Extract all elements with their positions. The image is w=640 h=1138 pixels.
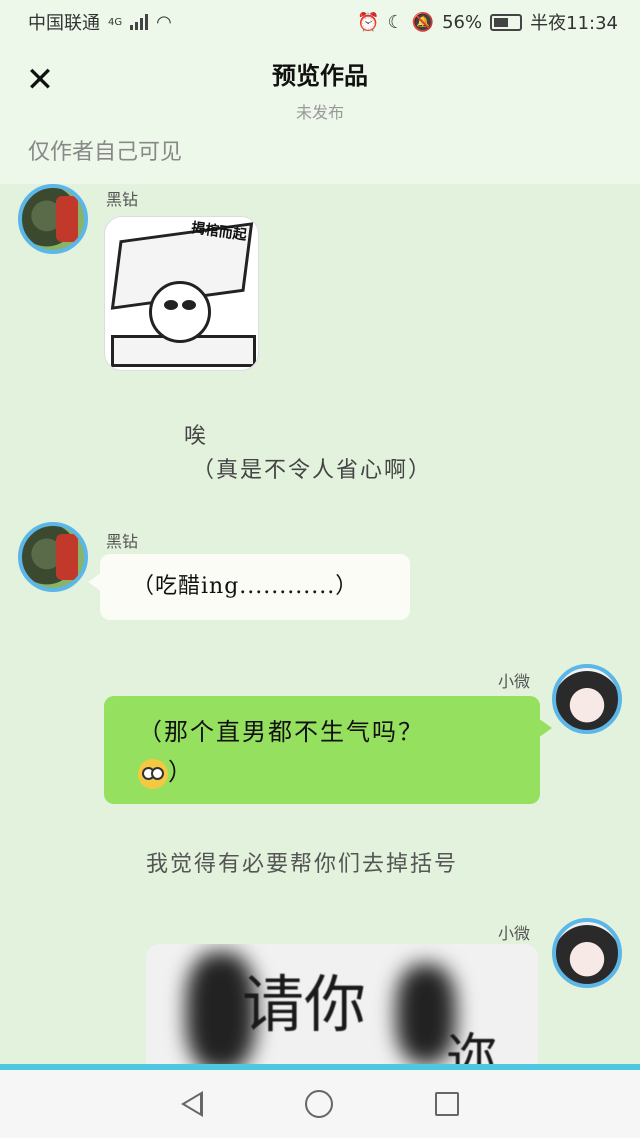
sender-name: 小微 (498, 672, 531, 691)
narration-line: 我觉得有必要帮你们去掉括号 (146, 852, 459, 877)
status-bar: 中国联通 4G ◠ ⏰ ☾ 🔕 56% 半夜11:34 (0, 0, 640, 44)
page-title: 预览作品 (272, 61, 368, 90)
visibility-notice: 仅作者自己可见 (0, 128, 640, 184)
sender-name: 黑钻 (106, 532, 139, 551)
home-icon[interactable] (305, 1090, 333, 1118)
image-text: 迩 (446, 1029, 499, 1064)
sticker-image[interactable]: 揭棺而起 (104, 216, 259, 371)
header: ✕ 预览作品 未发布 (0, 44, 640, 128)
message-line: （那个直男都不生气吗？ (138, 718, 424, 746)
clock: 半夜11:34 (530, 13, 618, 34)
message-bubble[interactable]: （那个直男都不生气吗？ ） (104, 696, 552, 804)
close-icon[interactable]: ✕ (22, 62, 58, 98)
back-icon[interactable] (181, 1091, 203, 1117)
moon-icon: ☾ (387, 11, 404, 33)
panda-face (149, 281, 211, 343)
signal-icon (130, 14, 149, 30)
image-text: 请你 (242, 968, 367, 1041)
sender-name: 黑钻 (106, 190, 139, 209)
sender-name: 小微 (498, 924, 531, 943)
narration-line: （真是不令人省心啊） (192, 458, 433, 483)
wifi-icon: ◠ (156, 11, 172, 33)
alarm-icon: ⏰ (357, 11, 380, 33)
avatar[interactable] (18, 184, 88, 254)
avatar[interactable] (552, 664, 622, 734)
image-message[interactable]: 请你 迩 (146, 944, 538, 1064)
network-type: 4G (108, 16, 123, 28)
recent-apps-icon[interactable] (435, 1092, 459, 1116)
message-bubble[interactable]: （吃醋ing............） (88, 554, 410, 620)
system-navbar (0, 1070, 640, 1138)
narration-line: 唉 (184, 424, 209, 449)
mute-icon: 🔕 (411, 11, 435, 33)
avatar[interactable] (552, 918, 622, 988)
battery-percent: 56% (442, 11, 483, 33)
carrier-label: 中国联通 (28, 13, 100, 34)
chat-area[interactable]: 黑钻 揭棺而起 唉 （真是不令人省心啊） 黑钻 （吃醋ing..........… (0, 184, 640, 1064)
battery-icon (490, 13, 523, 31)
page-subtitle: 未发布 (295, 103, 344, 122)
message-line-2: ） (138, 752, 506, 792)
avatar[interactable] (18, 522, 88, 592)
flushed-face-emoji (138, 758, 168, 789)
